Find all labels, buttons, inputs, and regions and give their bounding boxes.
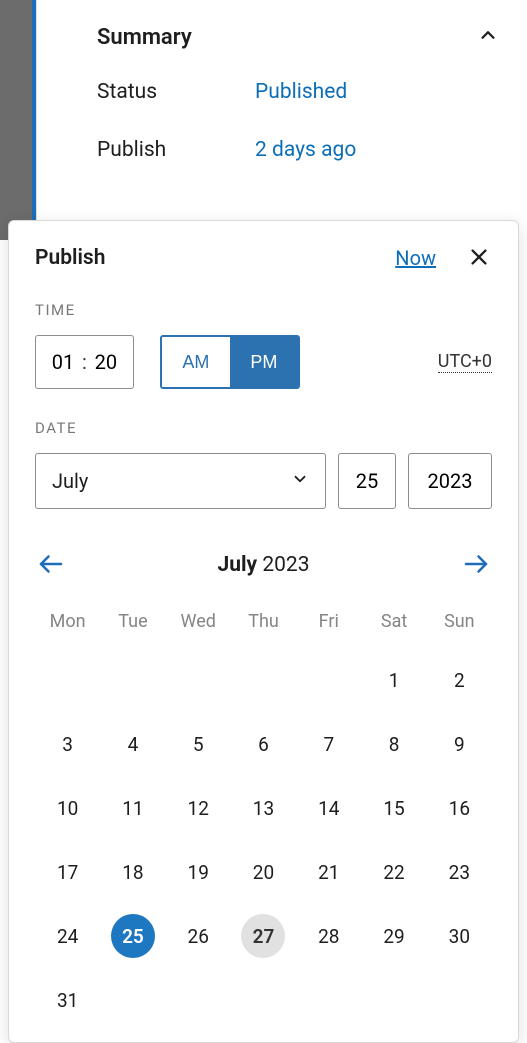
close-button[interactable] <box>466 245 492 271</box>
summary-box: Summary Status Published Publish 2 days … <box>36 0 527 240</box>
day-cell[interactable]: 21 <box>307 850 351 894</box>
pm-button[interactable]: PM <box>230 337 298 387</box>
prev-month-button[interactable] <box>35 549 67 581</box>
date-section-label: DATE <box>35 419 492 437</box>
month-select-value: July <box>52 469 88 493</box>
day-cell[interactable]: 18 <box>111 850 155 894</box>
weekday-header: Thu <box>231 611 296 638</box>
time-section-label: TIME <box>35 301 492 319</box>
day-cell[interactable]: 31 <box>46 978 90 1022</box>
day-cell[interactable]: 5 <box>176 722 220 766</box>
day-cell[interactable]: 6 <box>241 722 285 766</box>
chevron-up-icon[interactable] <box>477 24 499 50</box>
summary-publish-row: Publish 2 days ago <box>97 138 499 162</box>
weekday-header: Sat <box>361 611 426 638</box>
calendar-title: July 2023 <box>217 553 309 577</box>
day-cell[interactable]: 24 <box>46 914 90 958</box>
day-cell[interactable]: 7 <box>307 722 351 766</box>
calendar-month-label: July <box>217 553 257 577</box>
time-colon: : <box>82 350 87 374</box>
timezone-link[interactable]: UTC+0 <box>438 351 492 373</box>
day-cell[interactable]: 14 <box>307 786 351 830</box>
time-row: : AM PM UTC+0 <box>35 335 492 389</box>
day-cell[interactable]: 8 <box>372 722 416 766</box>
day-cell[interactable]: 27 <box>241 914 285 958</box>
summary-panel: Summary Status Published Publish 2 days … <box>0 0 527 240</box>
day-cell[interactable]: 2 <box>437 658 481 702</box>
day-cell[interactable]: 22 <box>372 850 416 894</box>
day-cell[interactable]: 29 <box>372 914 416 958</box>
weekday-header: Tue <box>100 611 165 638</box>
now-link[interactable]: Now <box>395 246 436 270</box>
publish-popover: Publish Now TIME : AM PM UTC+0 DATE July <box>8 220 519 1043</box>
year-input-wrap <box>408 453 492 509</box>
day-cell[interactable]: 13 <box>241 786 285 830</box>
day-input-wrap <box>338 453 396 509</box>
publish-value[interactable]: 2 days ago <box>255 138 356 162</box>
day-empty <box>296 658 361 702</box>
day-cell[interactable]: 15 <box>372 786 416 830</box>
next-month-button[interactable] <box>460 549 492 581</box>
day-cell[interactable]: 28 <box>307 914 351 958</box>
time-inputs: : <box>35 335 134 389</box>
am-button[interactable]: AM <box>162 337 230 387</box>
day-cell[interactable]: 3 <box>46 722 90 766</box>
day-cell[interactable]: 10 <box>46 786 90 830</box>
summary-header[interactable]: Summary <box>97 24 499 50</box>
day-cell[interactable]: 11 <box>111 786 155 830</box>
day-cell[interactable]: 17 <box>46 850 90 894</box>
weekday-header: Sun <box>427 611 492 638</box>
chevron-down-icon <box>291 469 309 493</box>
arrow-left-icon <box>36 549 66 582</box>
year-input[interactable] <box>421 469 479 493</box>
weekday-header: Mon <box>35 611 100 638</box>
day-cell[interactable]: 23 <box>437 850 481 894</box>
day-empty <box>35 658 100 702</box>
summary-title: Summary <box>97 25 192 50</box>
day-cell[interactable]: 1 <box>372 658 416 702</box>
day-empty <box>166 658 231 702</box>
calendar-header: July 2023 <box>35 549 492 581</box>
day-cell[interactable]: 12 <box>176 786 220 830</box>
ampm-toggle: AM PM <box>160 335 300 389</box>
publish-label: Publish <box>97 138 255 162</box>
status-label: Status <box>97 80 255 104</box>
summary-status-row: Status Published <box>97 80 499 104</box>
arrow-right-icon <box>461 549 491 582</box>
hours-input[interactable] <box>48 350 78 374</box>
day-cell[interactable]: 19 <box>176 850 220 894</box>
day-empty <box>231 658 296 702</box>
popover-title: Publish <box>35 246 105 270</box>
day-cell[interactable]: 20 <box>241 850 285 894</box>
minutes-input[interactable] <box>91 350 121 374</box>
day-cell[interactable]: 30 <box>437 914 481 958</box>
day-empty <box>100 658 165 702</box>
day-cell[interactable]: 26 <box>176 914 220 958</box>
date-row: July <box>35 453 492 509</box>
status-value[interactable]: Published <box>255 80 347 104</box>
popover-header: Publish Now <box>35 245 492 271</box>
day-cell[interactable]: 4 <box>111 722 155 766</box>
day-cell[interactable]: 16 <box>437 786 481 830</box>
close-icon <box>468 246 490 271</box>
day-cell[interactable]: 9 <box>437 722 481 766</box>
day-input[interactable] <box>351 469 383 493</box>
sidebar-strip <box>0 0 36 240</box>
calendar-year-label: 2023 <box>262 553 309 577</box>
calendar-grid: MonTueWedThuFriSatSun1234567891011121314… <box>35 611 492 1022</box>
popover-header-right: Now <box>395 245 492 271</box>
weekday-header: Wed <box>166 611 231 638</box>
day-cell[interactable]: 25 <box>111 914 155 958</box>
month-select[interactable]: July <box>35 453 326 509</box>
weekday-header: Fri <box>296 611 361 638</box>
